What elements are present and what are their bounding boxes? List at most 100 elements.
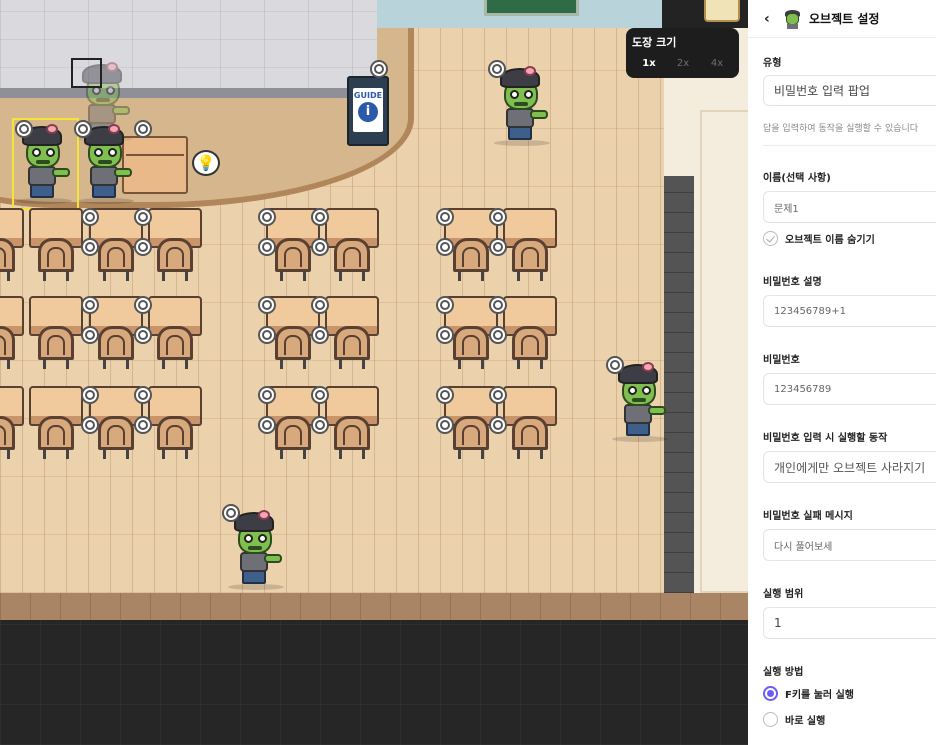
gear-icon[interactable] — [489, 386, 507, 404]
gear-icon[interactable] — [489, 326, 507, 344]
range-input[interactable]: 1 — [763, 607, 936, 639]
password-desc-input[interactable]: 123456789+1 — [763, 295, 936, 327]
student-chair[interactable] — [334, 416, 370, 459]
gear-icon[interactable] — [606, 356, 624, 374]
gear-icon[interactable] — [15, 120, 33, 138]
method-option-f-key[interactable]: F키를 눌러 실행 — [763, 686, 854, 701]
student-chair[interactable] — [98, 238, 134, 281]
gear-icon[interactable] — [311, 386, 329, 404]
gear-icon[interactable] — [258, 208, 276, 226]
stamp-size-2x[interactable]: 2x — [666, 58, 700, 69]
gear-icon[interactable] — [81, 386, 99, 404]
student-chair[interactable] — [453, 238, 489, 281]
gear-icon[interactable] — [436, 296, 454, 314]
gear-icon[interactable] — [134, 416, 152, 434]
gear-icon[interactable] — [81, 238, 99, 256]
student-desk[interactable] — [503, 296, 557, 336]
gear-icon[interactable] — [134, 296, 152, 314]
student-desk[interactable] — [0, 296, 24, 336]
gear-icon[interactable] — [258, 296, 276, 314]
gear-icon[interactable] — [81, 296, 99, 314]
gear-icon[interactable] — [258, 416, 276, 434]
student-chair[interactable] — [157, 326, 193, 369]
student-desk[interactable] — [29, 386, 83, 426]
gear-icon[interactable] — [258, 326, 276, 344]
gear-icon[interactable] — [134, 238, 152, 256]
gear-icon[interactable] — [436, 386, 454, 404]
student-desk[interactable] — [503, 208, 557, 248]
student-chair[interactable] — [275, 238, 311, 281]
student-desk[interactable] — [325, 208, 379, 248]
gear-icon[interactable] — [370, 60, 388, 78]
lightbulb-icon[interactable]: 💡 — [192, 150, 220, 176]
gear-icon[interactable] — [489, 296, 507, 314]
name-input[interactable]: 문제1 — [763, 191, 936, 223]
password-input[interactable]: 123456789 — [763, 373, 936, 405]
gear-icon[interactable] — [258, 238, 276, 256]
chevron-left-icon[interactable]: ‹ — [764, 11, 778, 27]
student-desk[interactable] — [325, 296, 379, 336]
gear-icon[interactable] — [81, 416, 99, 434]
student-chair[interactable] — [512, 416, 548, 459]
student-chair[interactable] — [38, 326, 74, 369]
gear-icon[interactable] — [81, 208, 99, 226]
zombie-object[interactable] — [494, 66, 550, 146]
student-desk[interactable] — [148, 296, 202, 336]
action-select[interactable]: 개인에게만 오브젝트 사라지기 — [763, 451, 936, 483]
gear-icon[interactable] — [311, 238, 329, 256]
gear-icon[interactable] — [74, 120, 92, 138]
teacher-desk[interactable] — [122, 136, 188, 194]
gear-icon[interactable] — [489, 416, 507, 434]
student-chair[interactable] — [275, 416, 311, 459]
gear-icon[interactable] — [134, 386, 152, 404]
gear-icon[interactable] — [436, 238, 454, 256]
student-chair[interactable] — [453, 416, 489, 459]
box-object[interactable] — [704, 0, 740, 22]
gear-icon[interactable] — [134, 326, 152, 344]
gear-icon[interactable] — [488, 60, 506, 78]
gear-icon[interactable] — [134, 120, 152, 138]
hide-name-checkbox[interactable]: 오브젝트 이름 숨기기 — [763, 231, 875, 246]
student-chair[interactable] — [98, 416, 134, 459]
gear-icon[interactable] — [311, 416, 329, 434]
student-chair[interactable] — [157, 238, 193, 281]
type-select[interactable]: 비밀번호 입력 팝업 — [763, 75, 936, 106]
student-chair[interactable] — [512, 326, 548, 369]
student-chair[interactable] — [157, 416, 193, 459]
gear-icon[interactable] — [311, 326, 329, 344]
zombie-object[interactable] — [228, 510, 284, 590]
fail-message-input[interactable]: 다시 풀어보세 — [763, 529, 936, 561]
student-desk[interactable] — [29, 296, 83, 336]
gear-icon[interactable] — [81, 326, 99, 344]
student-desk[interactable] — [148, 386, 202, 426]
student-chair[interactable] — [38, 238, 74, 281]
gear-icon[interactable] — [311, 208, 329, 226]
map-canvas[interactable]: GUIDE i 💡 도장 크기 1x 2x 4x — [0, 0, 748, 745]
gear-icon[interactable] — [436, 208, 454, 226]
student-chair[interactable] — [512, 238, 548, 281]
student-chair[interactable] — [334, 238, 370, 281]
gear-icon[interactable] — [222, 504, 240, 522]
student-chair[interactable] — [453, 326, 489, 369]
gear-icon[interactable] — [436, 416, 454, 434]
gear-icon[interactable] — [489, 208, 507, 226]
gear-icon[interactable] — [489, 238, 507, 256]
student-chair[interactable] — [98, 326, 134, 369]
student-chair[interactable] — [275, 326, 311, 369]
guide-sign[interactable]: GUIDE i — [347, 76, 389, 146]
zombie-object[interactable] — [612, 362, 668, 442]
student-chair[interactable] — [334, 326, 370, 369]
gear-icon[interactable] — [311, 296, 329, 314]
method-option-immediate[interactable]: 바로 실행 — [763, 712, 825, 727]
student-desk[interactable] — [0, 208, 24, 248]
stamp-size-1x[interactable]: 1x — [632, 58, 666, 69]
gear-icon[interactable] — [258, 386, 276, 404]
student-desk[interactable] — [0, 386, 24, 426]
student-desk[interactable] — [503, 386, 557, 426]
stamp-size-4x[interactable]: 4x — [700, 58, 734, 69]
student-desk[interactable] — [148, 208, 202, 248]
student-desk[interactable] — [29, 208, 83, 248]
student-desk[interactable] — [325, 386, 379, 426]
gear-icon[interactable] — [134, 208, 152, 226]
student-chair[interactable] — [38, 416, 74, 459]
